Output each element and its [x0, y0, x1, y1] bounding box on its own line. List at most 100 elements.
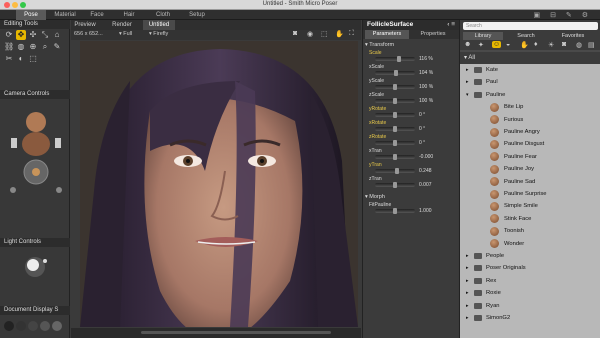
translate-tool-icon[interactable]: ✣ [28, 30, 38, 40]
tab-cloth[interactable]: Cloth [148, 10, 178, 20]
rotate-tool-icon[interactable]: ⟳ [4, 30, 14, 40]
library-item-expression[interactable]: Stink Face [460, 213, 600, 225]
expression-thumbnail-icon [490, 139, 499, 149]
chevron-right-icon[interactable]: ▸ [466, 300, 469, 312]
tab-properties[interactable]: Properties [411, 30, 455, 39]
area-render-icon[interactable]: ⬚ [321, 30, 328, 38]
weight-paint-icon[interactable]: ◐ [16, 54, 26, 64]
view-dropdown[interactable]: ▾ Full [119, 31, 132, 37]
library-item-expression[interactable]: Pauline Joy [460, 163, 600, 175]
library-item-folder[interactable]: ▸ SimonG2 [460, 312, 600, 324]
library-search-input[interactable]: Search [463, 22, 598, 30]
taper-tool-icon[interactable]: ⌂ [52, 30, 62, 40]
tab-library[interactable]: Library [463, 32, 503, 40]
render-icon[interactable]: ◉ [307, 30, 313, 38]
dial-knob[interactable] [393, 98, 397, 104]
tab-parameters[interactable]: Parameters [365, 30, 409, 39]
tab-favorites[interactable]: Favorites [550, 32, 596, 40]
camera-controls-widget[interactable] [5, 102, 67, 202]
expression-thumbnail-icon [490, 152, 499, 162]
chevron-down-icon[interactable]: ▾ [466, 89, 469, 101]
dial-knob[interactable] [393, 126, 397, 132]
morph-section[interactable]: ▾ Morph [365, 194, 385, 200]
dial-knob[interactable] [393, 84, 397, 90]
chevron-right-icon[interactable]: ▸ [466, 262, 469, 274]
library-item-folder[interactable]: ▸ Rex [460, 275, 600, 287]
dial-knob[interactable] [393, 182, 397, 188]
library-category-icons[interactable]: ☻ ✦ ☺ ◒ ✋ ♦ ☀ ◙ ◍ ▤ [460, 41, 600, 52]
display-style-buttons[interactable] [3, 318, 67, 336]
library-item-expression[interactable]: Bite Lip [460, 101, 600, 113]
direct-manipulation-icon[interactable]: ✂ [4, 54, 14, 64]
cameras-icon: ◙ [562, 41, 567, 48]
renderer-dropdown[interactable]: ▾ Firefly [149, 31, 168, 37]
expression-thumbnail-icon [490, 226, 499, 236]
library-item-expression[interactable]: Wonder [460, 238, 600, 250]
library-item-expression[interactable]: Furious [460, 114, 600, 126]
color-tool-icon[interactable]: ◍ [16, 42, 26, 52]
editing-tools-header: Editing Tools [0, 20, 70, 29]
tab-render[interactable]: Render [107, 20, 137, 30]
dial-knob[interactable] [393, 112, 397, 118]
morph-brush-icon[interactable]: ✎ [52, 42, 62, 52]
twist-tool-icon[interactable]: ✥ [16, 30, 26, 40]
3d-viewport[interactable] [80, 41, 358, 327]
dial-knob[interactable] [394, 168, 399, 174]
tab-search[interactable]: Search [506, 32, 546, 40]
transform-section[interactable]: ▾ Transform [365, 42, 394, 48]
lights-icon: ☀ [548, 42, 555, 49]
chain-tool-icon[interactable]: ⛓ [4, 42, 14, 52]
library-item-expression[interactable]: Toonish [460, 225, 600, 237]
grouping-tool-icon[interactable]: ⊕ [28, 42, 38, 52]
folder-icon [474, 277, 482, 284]
library-item-folder[interactable]: ▸ Ryan [460, 300, 600, 312]
folder-icon [474, 253, 482, 259]
library-item-expression[interactable]: Pauline Surprise [460, 188, 600, 200]
light-controls-header: Light Controls [0, 238, 70, 247]
hand-icon[interactable]: ✋ [335, 30, 344, 38]
library-header: Search Library Search Favorites ☻ ✦ ☺ ◒ … [460, 20, 600, 50]
camera-icon[interactable]: ◙ [293, 30, 297, 37]
library-item-folder[interactable]: ▸ People [460, 250, 600, 262]
library-item-folder[interactable]: ▸ Kate [460, 64, 600, 76]
chevron-right-icon[interactable]: ▸ [466, 76, 469, 88]
viewport-scrollbar[interactable] [71, 328, 361, 338]
fullscreen-icon[interactable]: ⛶ [349, 30, 354, 38]
library-item-expression[interactable]: Pauline Fear [460, 151, 600, 163]
library-item-folder[interactable]: ▸ Poser Originals [460, 262, 600, 274]
room-toolbar-icons[interactable]: ▣ ⊟ ✎ ⚙ [534, 11, 592, 19]
tab-hair[interactable]: Hair [116, 10, 142, 20]
library-item-expression[interactable]: Pauline Angry [460, 126, 600, 138]
tab-material[interactable]: Material [50, 10, 80, 20]
chevron-right-icon[interactable]: ▸ [466, 275, 469, 287]
chevron-right-icon[interactable]: ▸ [466, 64, 469, 76]
left-panels: Editing Tools ⟳ ✥ ✣ ⤡ ⌂ ⛓ ◍ ⊕ ⌕ ✎ ✂ ◐ ⬚ … [0, 20, 70, 338]
tab-preview[interactable]: Preview [71, 20, 99, 30]
dial-knob[interactable] [393, 70, 398, 76]
tab-setup[interactable]: Setup [182, 10, 212, 20]
library-item-expression[interactable]: Pauline Disgust [460, 138, 600, 150]
library-item-expression[interactable]: Simple Smile [460, 200, 600, 212]
library-item-folder[interactable]: ▸ Paul [460, 76, 600, 88]
tab-pose[interactable]: Pose [16, 10, 46, 20]
scale-tool-icon[interactable]: ⤡ [40, 30, 50, 40]
document-display-header: Document Display S [0, 306, 70, 315]
library-item-expression[interactable]: Pauline Sad [460, 176, 600, 188]
view-magnifier-icon[interactable]: ⌕ [40, 42, 50, 52]
library-item-folder[interactable]: ▾ Pauline [460, 89, 600, 101]
library-item-folder[interactable]: ▸ Roxie [460, 287, 600, 299]
tab-face[interactable]: Face [84, 10, 110, 20]
chevron-right-icon[interactable]: ▸ [466, 312, 469, 324]
dial-knob[interactable] [393, 208, 397, 214]
dial-knob[interactable] [393, 140, 397, 146]
dial-knob[interactable] [397, 56, 402, 62]
select-tool-icon[interactable]: ⬚ [28, 54, 38, 64]
chevron-right-icon[interactable]: ▸ [466, 287, 469, 299]
expression-thumbnail-icon [490, 115, 499, 125]
library-all-row[interactable]: ▾ All [460, 52, 600, 64]
tab-untitled[interactable]: Untitled [143, 20, 175, 30]
dial-knob[interactable] [393, 154, 397, 160]
light-controls-widget[interactable] [20, 252, 50, 282]
chevron-right-icon[interactable]: ▸ [466, 250, 469, 262]
selected-object-title[interactable]: FollicleSurface ‹ ≡ [363, 20, 459, 30]
